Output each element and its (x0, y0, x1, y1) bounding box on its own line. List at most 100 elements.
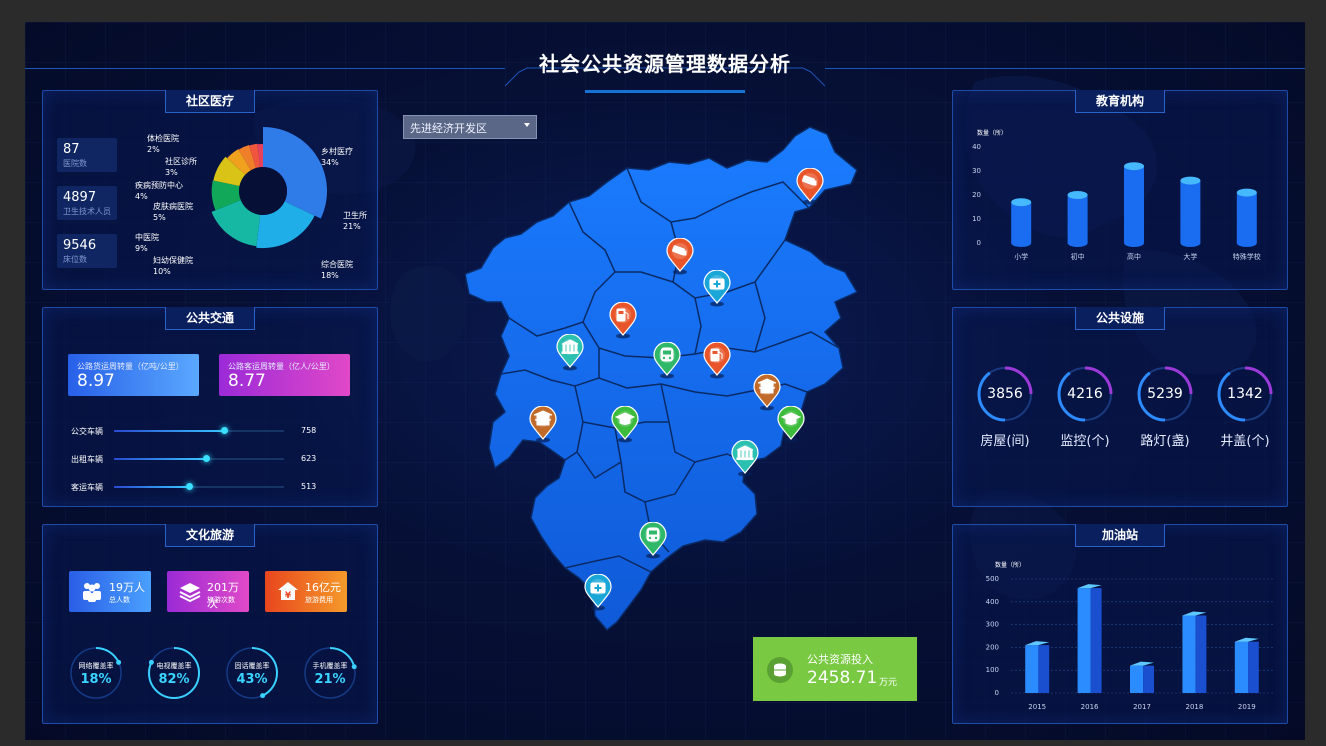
investment-label: 公共资源投入 (807, 653, 873, 666)
graduation-cap-icon[interactable] (776, 406, 806, 444)
bar-top (1067, 191, 1088, 199)
passenger-value: 8.77 (228, 371, 266, 391)
community-medical-title: 社区医疗 (165, 90, 255, 113)
bank-icon[interactable] (555, 334, 585, 372)
pin-glyph (590, 582, 606, 594)
region-dropdown[interactable]: 先进经济开发区 (403, 115, 537, 139)
bar-label: 公交车辆 (71, 427, 103, 436)
dashboard-screen: 社会公共资源管理数据分析 社区医疗 87 医院数 4897 卫生技术人员 954… (25, 22, 1305, 740)
stat-value: 4897 (63, 190, 97, 205)
pie-label-value: 5% (153, 213, 166, 222)
bar-value: 623 (301, 454, 317, 463)
bar-side (1248, 641, 1259, 693)
investment-unit: 万元 (879, 678, 898, 688)
bar-row-bus: 公交车辆 758 (71, 424, 333, 438)
pie-label-value: 3% (165, 168, 178, 177)
bar-top (1077, 584, 1102, 589)
y-tick-label: 300 (986, 621, 999, 629)
bar-top (1025, 641, 1050, 646)
pie-label-value: 10% (153, 267, 171, 276)
gas-station-panel: 加油站 数量（所） 500 400 300 200 100 0 2015 2016 2017 201… (952, 524, 1288, 724)
pin-glyph (709, 278, 725, 290)
ring-tv: 电视覆盖率 82% (146, 645, 202, 701)
bar-fill (114, 486, 189, 488)
bar-value: 758 (301, 426, 317, 435)
bar-bottom (1236, 239, 1257, 247)
bar-knob[interactable] (185, 483, 193, 490)
x-tick-label: 特殊学校 (1233, 252, 1261, 261)
y-tick-label: 40 (972, 143, 981, 151)
ring-percent: 18% (80, 672, 112, 687)
people-icon (81, 580, 103, 607)
bank-icon[interactable] (730, 440, 760, 478)
bar-bottom (1067, 239, 1088, 247)
bar (1067, 195, 1088, 243)
pie-label-value: 4% (135, 192, 148, 201)
pie-label-name: 体检医院 (147, 134, 179, 143)
public-facilities-panel: 公共设施 3856 房屋(间) 4216 监控(个) 5239 路灯(盏) 13… (952, 307, 1288, 507)
freight-card: 公路货运周转量（亿吨/公里） 8.97 (68, 354, 199, 396)
y-axis-label: 数量（所） (995, 561, 1025, 569)
public-transport-panel: 公共交通 公路货运周转量（亿吨/公里） 8.97 公路客运周转量（亿人/公里） … (42, 307, 378, 507)
bar-top (1234, 637, 1259, 642)
y-tick-label: 500 (986, 575, 999, 583)
x-tick-label: 小学 (1014, 252, 1028, 261)
bar-top (1236, 188, 1257, 197)
tourism-label: 旅游费用 (305, 596, 333, 604)
medical-kit-icon[interactable] (583, 574, 613, 612)
pie-label-physical: 体检医院 2% (147, 133, 179, 155)
train-icon[interactable] (638, 522, 668, 560)
passenger-card: 公路客运周转量（亿人/公里） 8.77 (219, 354, 350, 396)
bar (1077, 588, 1091, 693)
tourism-card-trips: 201万次 旅游次数 (167, 571, 249, 612)
camera-icon[interactable] (665, 238, 695, 276)
bar (1180, 180, 1201, 243)
coins-icon (767, 657, 793, 683)
bar-knob[interactable] (202, 455, 210, 462)
y-tick-label: 10 (972, 215, 981, 223)
ring-label: 手机覆盖率 (312, 662, 348, 670)
gas-station-title: 加油站 (1075, 524, 1165, 547)
ring-label: 电视覆盖率 (156, 662, 192, 670)
pie-label-name: 社区诊所 (165, 157, 197, 166)
pie-label-name: 疾病预防中心 (135, 181, 183, 190)
pie-label-value: 34% (321, 158, 339, 167)
investment-card: 公共资源投入 2458.71 万元 (753, 637, 917, 701)
pie-label-name: 妇幼保健院 (153, 256, 193, 265)
gas-station-icon[interactable] (702, 342, 732, 380)
pie-label-value: 9% (135, 244, 148, 253)
svg-text:¥: ¥ (285, 591, 292, 601)
bar (1234, 641, 1248, 693)
temple-icon[interactable] (528, 406, 558, 444)
pie-label-disease-center: 疾病预防中心 4% (135, 180, 183, 202)
stat-label: 床位数 (63, 255, 87, 264)
gas-station-bar-chart: 数量（所） 500 400 300 200 100 0 2015 2016 2017 2018 201… (986, 561, 1273, 711)
tourism-label: 总人数 (109, 596, 130, 604)
x-tick-label: 2015 (1028, 703, 1046, 711)
ring-percent: 21% (314, 672, 346, 687)
bar-track (114, 427, 284, 434)
graduation-cap-icon[interactable] (610, 406, 640, 444)
community-medical-panel: 社区医疗 87 医院数 4897 卫生技术人员 9546 床位数 体检医院 2% … (42, 90, 378, 290)
facility-label: 监控(个) (1060, 434, 1110, 449)
ring-landline: 固话覆盖率 43% (224, 645, 280, 701)
yuan-house-icon: ¥ (277, 580, 299, 607)
y-tick-label: 200 (986, 643, 999, 651)
pie-label-name: 皮肤病医院 (153, 202, 193, 211)
pie-label-maternal: 妇幼保健院 10% (153, 255, 193, 277)
medical-kit-icon[interactable] (702, 270, 732, 308)
camera-icon[interactable] (795, 168, 825, 206)
bar-bottom (1124, 239, 1144, 247)
tourism-card-cost: ¥ 16亿元 旅游费用 (265, 571, 347, 612)
ring-dot (260, 693, 266, 699)
pie-label-skin: 皮肤病医院 5% (153, 201, 193, 223)
bar-knob[interactable] (221, 427, 229, 434)
train-icon[interactable] (652, 342, 682, 380)
gas-station-icon[interactable] (608, 302, 638, 340)
y-tick-label: 100 (986, 666, 999, 674)
tourism-label: 旅游次数 (207, 596, 235, 604)
public-facilities-title: 公共设施 (1075, 307, 1165, 330)
pie-label-health-station: 卫生所 21% (343, 210, 367, 232)
education-title: 教育机构 (1075, 90, 1165, 113)
bar-bottom (1011, 239, 1032, 247)
